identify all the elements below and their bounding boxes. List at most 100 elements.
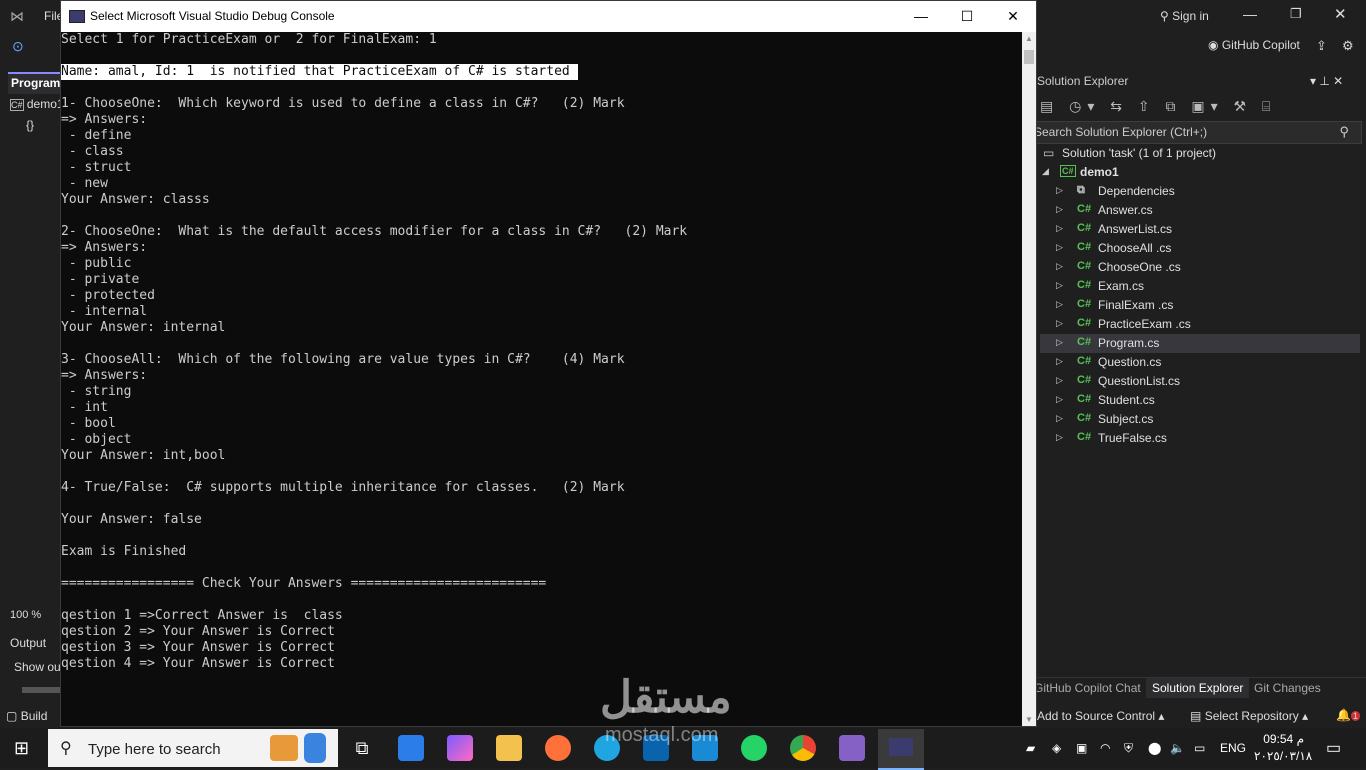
expand-chevron-icon[interactable]: ▷: [1056, 261, 1063, 272]
zoom-level[interactable]: 100 %: [10, 609, 41, 621]
add-to-source-control-button[interactable]: Add to Source Control ▴: [1037, 709, 1164, 723]
csharp-file-icon: C#: [1077, 412, 1092, 424]
scroll-thumb[interactable]: [1024, 50, 1034, 64]
minimize-vs-icon[interactable]: —: [1243, 6, 1257, 22]
expand-chevron-icon[interactable]: ▷: [1056, 432, 1063, 443]
expand-chevron-icon[interactable]: ▷: [1056, 299, 1063, 310]
tab-solution-explorer[interactable]: Solution Explorer: [1146, 678, 1250, 698]
battery-icon[interactable]: ▭: [1194, 741, 1205, 755]
repo-icon: ▤: [1190, 709, 1202, 723]
security-tray-icon[interactable]: ⛨: [1124, 741, 1133, 756]
csharp-file-icon: C#: [1077, 374, 1092, 386]
expand-chevron-icon[interactable]: ▷: [1056, 337, 1063, 348]
volume-icon[interactable]: 🔈: [1170, 741, 1185, 755]
sign-in-button[interactable]: ⚲ Sign in: [1160, 9, 1209, 23]
console-line: Exam is Finished: [61, 544, 187, 559]
csharp-file-icon: C#: [1077, 336, 1092, 348]
taskbar-search-box[interactable]: ⚲ Type here to search: [48, 729, 338, 767]
collapse-icon[interactable]: ◢: [1042, 166, 1049, 177]
visual-studio-icon[interactable]: [839, 735, 865, 761]
minimize-icon[interactable]: —: [898, 1, 944, 32]
expand-chevron-icon[interactable]: ▷: [1056, 413, 1063, 424]
tree-item[interactable]: ▷ C# Question.cs: [1040, 353, 1360, 372]
settings-icon[interactable]: ⚙: [1342, 38, 1354, 54]
whatsapp-icon[interactable]: [741, 735, 767, 761]
expand-chevron-icon[interactable]: ▷: [1056, 204, 1063, 215]
tree-solution[interactable]: ▭ Solution 'task' (1 of 1 project): [1040, 144, 1360, 163]
output-scrollbar[interactable]: [22, 687, 60, 693]
maximize-icon[interactable]: ☐: [944, 1, 990, 32]
file-explorer-icon[interactable]: [496, 735, 522, 761]
network-tray-icon[interactable]: ⬤: [1148, 741, 1161, 755]
language-indicator[interactable]: ENG: [1220, 741, 1246, 755]
expand-chevron-icon[interactable]: ▷: [1056, 280, 1063, 291]
solution-explorer-toolbar[interactable]: ▤ ◷▾ ⇆ ⇧ ⧉ ▣▾ ⚒ ⌸: [1040, 98, 1276, 115]
microsoft-store-icon[interactable]: [398, 735, 424, 761]
clock-date[interactable]: ٢٠٢٥/٠٣/١٨: [1254, 749, 1312, 763]
nav-project-combo[interactable]: C# demo1: [10, 97, 64, 111]
csharp-file-icon: C#: [1077, 222, 1092, 234]
tree-item[interactable]: ▷ C# TrueFalse.cs: [1040, 429, 1360, 448]
tree-item[interactable]: ▷ C# QuestionList.cs: [1040, 372, 1360, 391]
tree-item[interactable]: ▷ C# Answer.cs: [1040, 201, 1360, 220]
tab-git-changes[interactable]: Git Changes: [1254, 681, 1321, 695]
output-tab[interactable]: Output: [10, 636, 46, 650]
console-line: - new: [61, 176, 108, 191]
solution-search-input[interactable]: Search Solution Explorer (Ctrl+;) ⚲: [1030, 121, 1362, 144]
close-icon[interactable]: ✕: [990, 1, 1036, 32]
tree-project[interactable]: ◢ C# demo1: [1040, 163, 1360, 182]
panel-options-icon[interactable]: ▾ ⊥ ✕: [1310, 74, 1343, 88]
tree-item-label: AnswerList.cs: [1098, 222, 1173, 236]
expand-chevron-icon[interactable]: ▷: [1056, 223, 1063, 234]
shield-tray-icon[interactable]: ◈: [1052, 741, 1061, 755]
nvidia-icon[interactable]: ▰: [1026, 741, 1035, 755]
build-status[interactable]: ▢ Build: [6, 709, 47, 723]
expand-chevron-icon[interactable]: ▷: [1056, 318, 1063, 329]
scroll-up-icon[interactable]: ▲: [1025, 34, 1033, 43]
console-output[interactable]: Select 1 for PracticeExam or 2 for Final…: [61, 32, 1021, 726]
tree-item[interactable]: ▷ C# ChooseOne .cs: [1040, 258, 1360, 277]
expand-chevron-icon[interactable]: ▷: [1056, 375, 1063, 386]
github-copilot-button[interactable]: ◉ GitHub Copilot: [1208, 38, 1300, 52]
tree-item[interactable]: ▷ C# Student.cs: [1040, 391, 1360, 410]
console-line: ================= Check Your Answers ===…: [61, 576, 547, 591]
tree-item[interactable]: ▷ C# FinalExam .cs: [1040, 296, 1360, 315]
tree-item[interactable]: ▷ C# Subject.cs: [1040, 410, 1360, 429]
action-center-icon[interactable]: ▭: [1326, 738, 1341, 758]
notifications-bell-icon[interactable]: 🔔 1: [1336, 708, 1360, 722]
tree-item-label: Program.cs: [1098, 336, 1160, 350]
back-nav-icon[interactable]: ⊙: [12, 38, 24, 55]
expand-chevron-icon[interactable]: ▷: [1056, 356, 1063, 367]
close-vs-icon[interactable]: ✕: [1334, 5, 1347, 23]
firefox-icon[interactable]: [545, 735, 571, 761]
search-highlight-icon: [304, 733, 326, 763]
tree-item-label: Exam.cs: [1098, 279, 1145, 293]
tab-program[interactable]: Program: [8, 72, 60, 94]
tree-item[interactable]: ▷ C# Program.cs: [1040, 334, 1360, 353]
debug-console-window[interactable]: Select Microsoft Visual Studio Debug Con…: [60, 0, 1037, 727]
expand-chevron-icon[interactable]: ▷: [1056, 394, 1063, 405]
tree-item[interactable]: ▷ ⧉ Dependencies: [1040, 182, 1360, 201]
tree-item[interactable]: ▷ C# ChooseAll .cs: [1040, 239, 1360, 258]
expand-chevron-icon[interactable]: ▷: [1056, 185, 1063, 196]
expand-chevron-icon[interactable]: ▷: [1056, 242, 1063, 253]
console-task-button[interactable]: [878, 729, 924, 770]
select-repository-button[interactable]: ▤ Select Repository ▴: [1190, 709, 1308, 723]
restore-vs-icon[interactable]: ❐: [1290, 6, 1302, 22]
console-title-bar[interactable]: Select Microsoft Visual Studio Debug Con…: [61, 1, 1036, 32]
wifi-icon[interactable]: ◠: [1100, 741, 1110, 755]
console-line: 4- True/False: C# supports multiple inhe…: [61, 480, 625, 495]
tree-item[interactable]: ▷ C# PracticeExam .cs: [1040, 315, 1360, 334]
clock-time[interactable]: 09:54 م: [1262, 732, 1304, 746]
scroll-down-icon[interactable]: ▼: [1025, 715, 1033, 724]
task-view-icon[interactable]: ⧉: [349, 735, 375, 761]
console-scrollbar[interactable]: ▲ ▼: [1022, 32, 1036, 726]
share-icon[interactable]: ⇪: [1316, 38, 1327, 54]
copilot-app-icon[interactable]: [447, 735, 473, 761]
tree-item[interactable]: ▷ C# Exam.cs: [1040, 277, 1360, 296]
tab-copilot-chat[interactable]: GitHub Copilot Chat: [1034, 681, 1141, 695]
windows-start-icon[interactable]: ⊞: [14, 738, 29, 759]
tree-item[interactable]: ▷ C# AnswerList.cs: [1040, 220, 1360, 239]
chrome-icon[interactable]: [790, 735, 816, 761]
display-tray-icon[interactable]: ▣: [1076, 741, 1087, 755]
